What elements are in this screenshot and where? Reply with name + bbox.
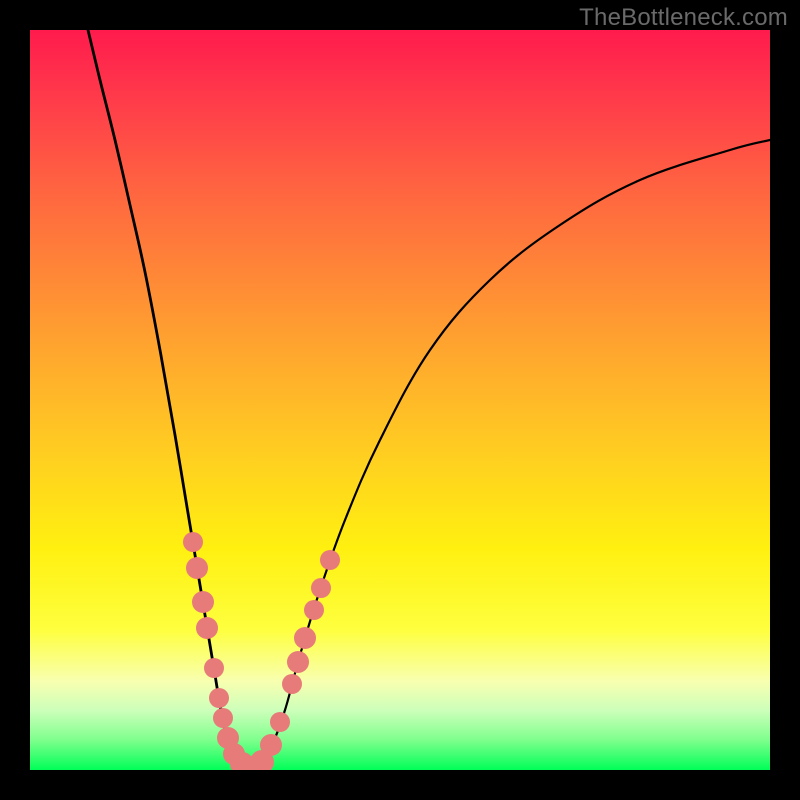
- data-marker: [196, 617, 218, 639]
- curve-right-branch: [255, 140, 770, 768]
- data-marker: [186, 557, 208, 579]
- data-marker: [213, 708, 233, 728]
- data-marker: [183, 532, 203, 552]
- data-marker: [287, 651, 309, 673]
- bottleneck-curve: [30, 30, 770, 770]
- watermark-text: TheBottleneck.com: [579, 4, 788, 32]
- data-marker: [260, 734, 282, 756]
- data-marker: [204, 658, 224, 678]
- data-marker: [192, 591, 214, 613]
- data-marker: [209, 688, 229, 708]
- data-marker: [311, 578, 331, 598]
- plot-area: [30, 30, 770, 770]
- data-marker: [282, 674, 302, 694]
- data-marker: [320, 550, 340, 570]
- data-marker: [304, 600, 324, 620]
- data-markers: [183, 532, 340, 770]
- chart-frame: TheBottleneck.com: [0, 0, 800, 800]
- data-marker: [270, 712, 290, 732]
- data-marker: [294, 627, 316, 649]
- curve-left-branch: [88, 30, 245, 768]
